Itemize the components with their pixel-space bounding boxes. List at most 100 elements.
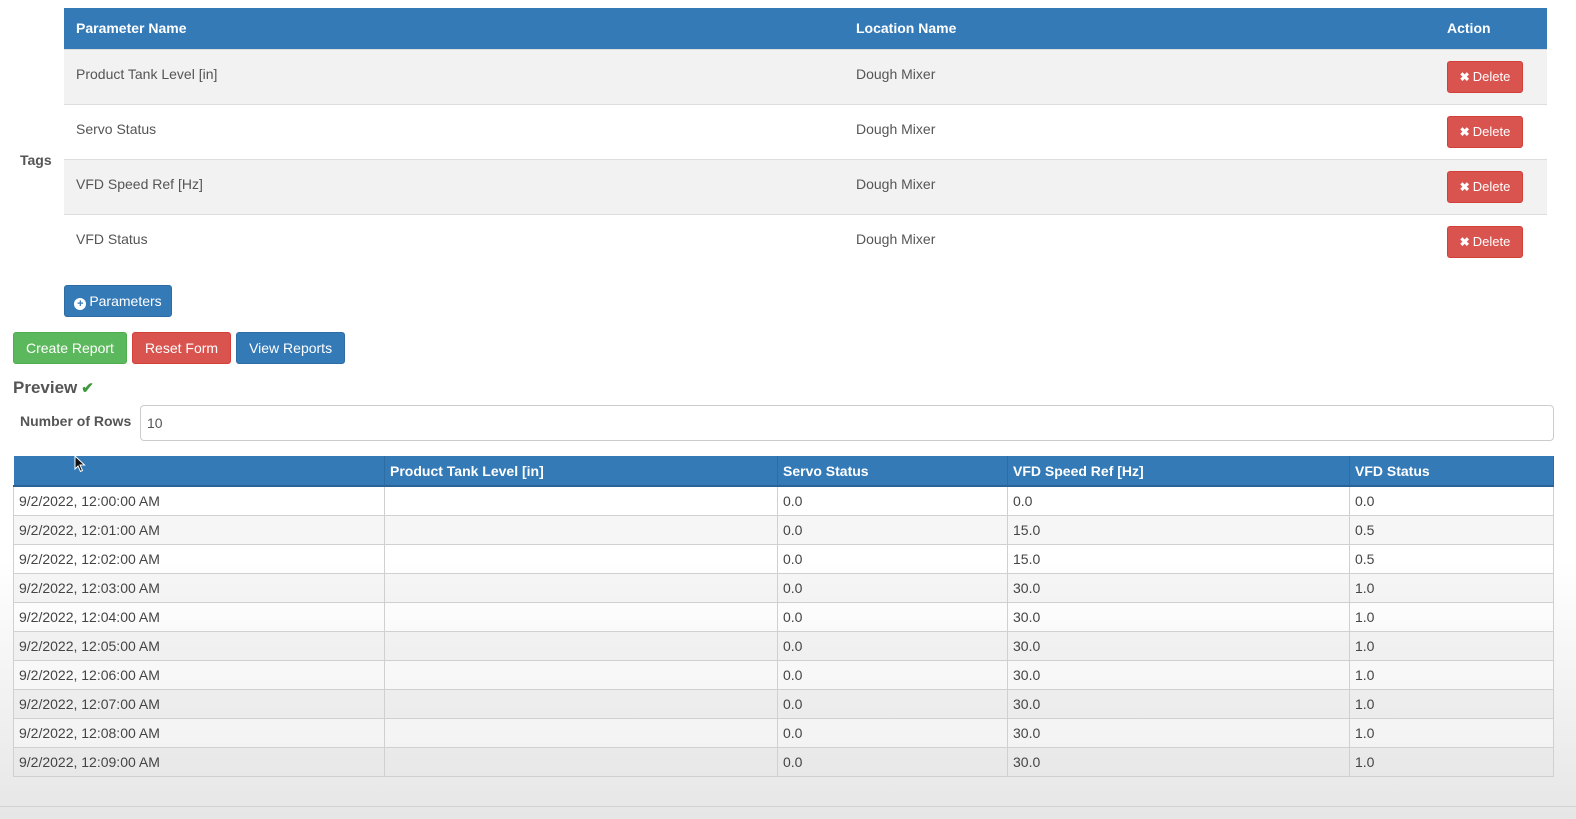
cell-timestamp: 9/2/2022, 12:06:00 AM [13,659,385,690]
check-icon: ✔ [81,380,94,397]
times-icon: ✖ [1459,124,1470,139]
column-header-parameter-name[interactable]: Parameter Name [64,8,844,49]
cell-servo-status: 0.0 [777,688,1008,719]
add-parameters-button[interactable]: + Parameters [64,285,172,317]
cell-vfd-status: 1.0 [1349,601,1554,632]
cell-vfd-speed-ref: 15.0 [1007,514,1350,545]
cell-vfd-speed-ref: 30.0 [1007,746,1350,777]
column-header-servo-status[interactable]: Servo Status [777,456,1008,487]
cell-vfd-status: 0.5 [1349,543,1554,574]
column-header-vfd-speed-ref[interactable]: VFD Speed Ref [Hz] [1007,456,1350,487]
table-row: 9/2/2022, 12:02:00 AM 0.0 15.0 0.5 [13,543,1554,574]
cell-vfd-speed-ref: 30.0 [1007,717,1350,748]
cell-product-tank-level [384,485,778,516]
tag-parameter-name: VFD Speed Ref [Hz] [64,158,844,214]
cell-product-tank-level [384,572,778,603]
cell-vfd-status: 1.0 [1349,717,1554,748]
cell-servo-status: 0.0 [777,572,1008,603]
table-row: 9/2/2022, 12:00:00 AM 0.0 0.0 0.0 [13,485,1554,516]
cell-servo-status: 0.0 [777,746,1008,777]
cell-timestamp: 9/2/2022, 12:07:00 AM [13,688,385,719]
cell-vfd-speed-ref: 0.0 [1007,485,1350,516]
tag-parameter-name: Servo Status [64,103,844,159]
tag-location-name: Dough Mixer [844,158,1435,214]
cell-vfd-status: 0.0 [1349,485,1554,516]
delete-label: Delete [1472,178,1511,194]
preview-table: Product Tank Level [in] Servo Status VFD… [13,456,1554,777]
tags-label: Tags [20,152,52,168]
cell-product-tank-level [384,514,778,545]
table-row: 9/2/2022, 12:05:00 AM 0.0 30.0 1.0 [13,630,1554,661]
table-row: 9/2/2022, 12:07:00 AM 0.0 30.0 1.0 [13,688,1554,719]
cell-timestamp: 9/2/2022, 12:04:00 AM [13,601,385,632]
delete-tag-button[interactable]: ✖ Delete [1447,60,1523,93]
times-icon: ✖ [1459,69,1470,84]
number-of-rows-input[interactable] [140,405,1554,441]
tags-table: Parameter Name Location Name Action Prod… [64,8,1547,269]
cell-servo-status: 0.0 [777,630,1008,661]
cell-vfd-speed-ref: 30.0 [1007,572,1350,603]
preview-heading: Preview ✔ [13,378,94,398]
table-row: 9/2/2022, 12:03:00 AM 0.0 30.0 1.0 [13,572,1554,603]
create-report-button[interactable]: Create Report [13,332,127,364]
view-reports-button[interactable]: View Reports [236,332,346,364]
tag-location-name: Dough Mixer [844,213,1435,269]
cell-product-tank-level [384,630,778,661]
delete-tag-button[interactable]: ✖ Delete [1447,225,1523,258]
column-header-product-tank-level[interactable]: Product Tank Level [in] [384,456,778,487]
preview-title: Preview [13,378,78,397]
cell-product-tank-level [384,601,778,632]
cell-product-tank-level [384,746,778,777]
cell-product-tank-level [384,688,778,719]
cell-vfd-speed-ref: 30.0 [1007,659,1350,690]
cell-vfd-speed-ref: 30.0 [1007,601,1350,632]
tag-row: VFD Status Dough Mixer ✖ Delete [64,213,1547,269]
cell-servo-status: 0.0 [777,485,1008,516]
tag-location-name: Dough Mixer [844,103,1435,159]
cell-product-tank-level [384,717,778,748]
cell-timestamp: 9/2/2022, 12:09:00 AM [13,746,385,777]
table-row: 9/2/2022, 12:09:00 AM 0.0 30.0 1.0 [13,746,1554,777]
cell-product-tank-level [384,543,778,574]
table-row: 9/2/2022, 12:01:00 AM 0.0 15.0 0.5 [13,514,1554,545]
tag-location-name: Dough Mixer [844,48,1435,104]
cell-vfd-status: 1.0 [1349,659,1554,690]
tag-row: VFD Speed Ref [Hz] Dough Mixer ✖ Delete [64,158,1547,214]
tags-header-row: Parameter Name Location Name Action [64,8,1547,49]
plus-circle-icon: + [74,298,87,310]
column-header-action: Action [1435,8,1547,49]
cell-timestamp: 9/2/2022, 12:03:00 AM [13,572,385,603]
cell-vfd-status: 1.0 [1349,688,1554,719]
form-actions: Create Report Reset Form View Reports [13,332,350,364]
column-header-location-name[interactable]: Location Name [844,8,1435,49]
preview-header-row: Product Tank Level [in] Servo Status VFD… [13,456,1554,487]
cell-vfd-status: 1.0 [1349,630,1554,661]
table-row: 9/2/2022, 12:08:00 AM 0.0 30.0 1.0 [13,717,1554,748]
cell-vfd-speed-ref: 15.0 [1007,543,1350,574]
column-header-timestamp[interactable] [13,456,385,487]
divider [0,806,1576,807]
cell-vfd-speed-ref: 30.0 [1007,630,1350,661]
cell-servo-status: 0.0 [777,717,1008,748]
delete-tag-button[interactable]: ✖ Delete [1447,170,1523,203]
cell-timestamp: 9/2/2022, 12:00:00 AM [13,485,385,516]
times-icon: ✖ [1459,179,1470,194]
cell-servo-status: 0.0 [777,543,1008,574]
delete-tag-button[interactable]: ✖ Delete [1447,115,1523,148]
reset-form-button[interactable]: Reset Form [131,332,232,364]
column-header-vfd-status[interactable]: VFD Status [1349,456,1554,487]
cell-servo-status: 0.0 [777,659,1008,690]
cell-vfd-speed-ref: 30.0 [1007,688,1350,719]
tag-row: Product Tank Level [in] Dough Mixer ✖ Del… [64,48,1547,104]
cell-timestamp: 9/2/2022, 12:08:00 AM [13,717,385,748]
delete-label: Delete [1472,233,1511,249]
tag-row: Servo Status Dough Mixer ✖ Delete [64,103,1547,159]
cell-vfd-status: 0.5 [1349,514,1554,545]
cell-vfd-status: 1.0 [1349,572,1554,603]
times-icon: ✖ [1459,234,1470,249]
mouse-cursor-icon [74,455,86,473]
tag-parameter-name: VFD Status [64,213,844,269]
cell-vfd-status: 1.0 [1349,746,1554,777]
cell-timestamp: 9/2/2022, 12:05:00 AM [13,630,385,661]
delete-label: Delete [1472,68,1511,84]
